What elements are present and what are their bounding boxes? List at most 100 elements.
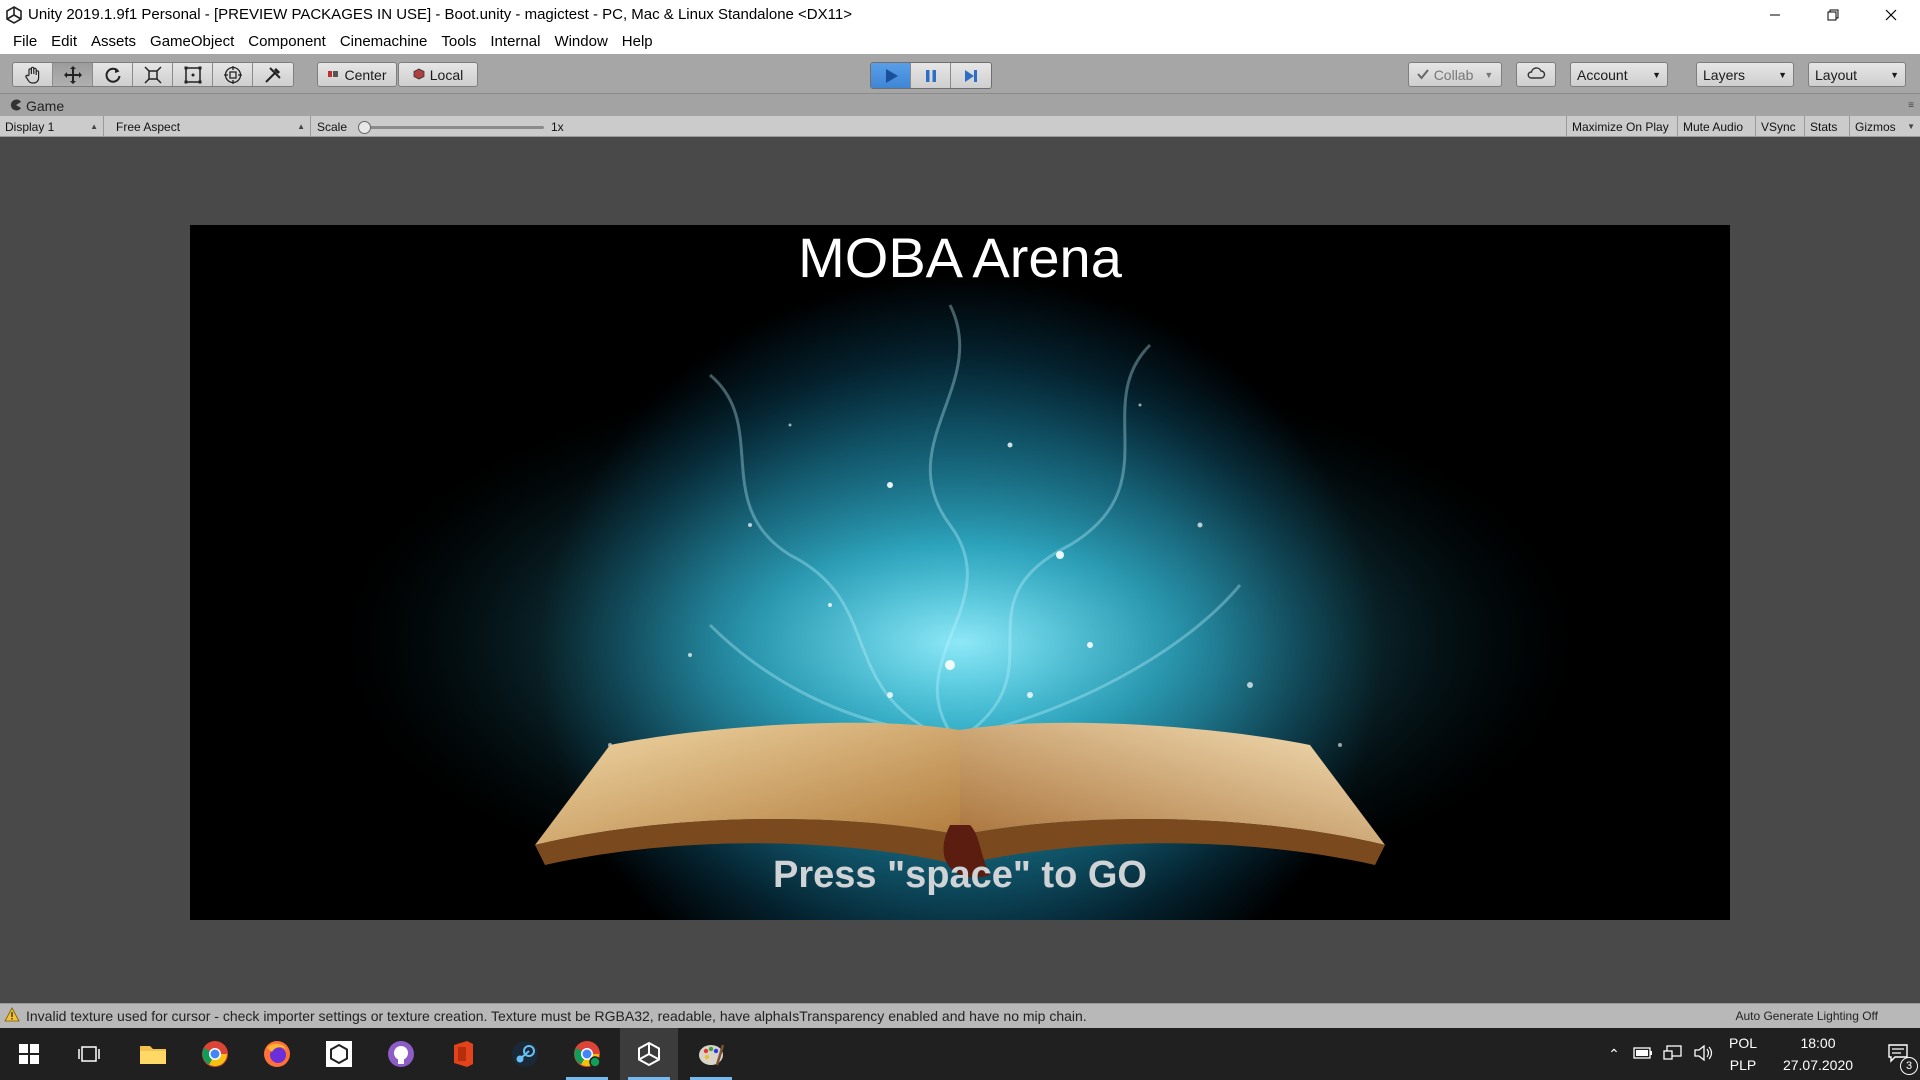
vsync-toggle[interactable]: VSync xyxy=(1756,116,1805,137)
pause-button[interactable] xyxy=(911,63,951,88)
account-dropdown[interactable]: Account ▼ xyxy=(1570,62,1668,87)
unity-logo-icon xyxy=(4,5,24,25)
menu-bar: File Edit Assets GameObject Component Ci… xyxy=(0,29,1920,54)
layers-dropdown[interactable]: Layers ▼ xyxy=(1696,62,1794,87)
unity-editor-button[interactable] xyxy=(620,1028,678,1080)
menu-cinemachine[interactable]: Cinemachine xyxy=(333,33,435,50)
minimize-button[interactable] xyxy=(1746,0,1804,29)
cloud-button[interactable] xyxy=(1516,62,1556,87)
updown-arrows-icon: ▲ xyxy=(90,122,98,131)
github-desktop-button[interactable] xyxy=(372,1028,430,1080)
aspect-label: Free Aspect xyxy=(116,119,181,134)
paint-button[interactable] xyxy=(682,1028,740,1080)
clock[interactable]: 18:00 27.07.2020 xyxy=(1768,1032,1868,1076)
chevron-up-icon[interactable]: ⌃ xyxy=(1600,1046,1628,1063)
pivot-center-button[interactable]: Center xyxy=(317,62,397,87)
space-local-button[interactable]: Local xyxy=(398,62,478,87)
menu-file[interactable]: File xyxy=(6,33,44,50)
mute-audio-toggle[interactable]: Mute Audio xyxy=(1678,116,1756,137)
menu-component[interactable]: Component xyxy=(241,33,333,50)
console-message[interactable]: Invalid texture used for cursor - check … xyxy=(4,1007,1087,1025)
chrome-icon xyxy=(202,1041,228,1067)
auto-lighting-status: Auto Generate Lighting Off xyxy=(1735,1009,1878,1023)
menu-edit[interactable]: Edit xyxy=(44,33,84,50)
menu-help[interactable]: Help xyxy=(615,33,660,50)
display-dropdown[interactable]: Display 1 ▲ xyxy=(0,116,104,137)
unity-hub-button[interactable] xyxy=(310,1028,368,1080)
office-icon xyxy=(454,1041,473,1067)
task-view-icon xyxy=(78,1046,100,1062)
rect-tool-icon[interactable] xyxy=(173,63,213,86)
move-tool-icon[interactable] xyxy=(53,63,93,86)
menu-internal[interactable]: Internal xyxy=(483,33,547,50)
network-icon[interactable] xyxy=(1658,1044,1688,1064)
pivot-icon xyxy=(327,67,339,83)
account-label: Account xyxy=(1577,66,1628,83)
start-prompt: Press "space" to GO xyxy=(773,854,1147,896)
system-tray: ⌃ POL PLP 18:00 27.07.2020 3 xyxy=(1600,1028,1920,1080)
unity-hub-icon xyxy=(326,1041,352,1067)
chevron-down-icon: ▼ xyxy=(1778,69,1787,80)
collab-dropdown[interactable]: Collab ▼ xyxy=(1408,62,1502,87)
rotate-tool-icon[interactable] xyxy=(93,63,133,86)
start-button[interactable] xyxy=(0,1028,58,1080)
play-button[interactable] xyxy=(871,63,911,88)
volume-icon[interactable] xyxy=(1688,1044,1718,1064)
maximize-on-play-toggle[interactable]: Maximize On Play xyxy=(1566,116,1678,137)
pacman-icon xyxy=(10,98,22,114)
input-language[interactable]: POL PLP xyxy=(1718,1032,1768,1076)
pivot-label: Center xyxy=(344,66,387,83)
transform-tool-icon[interactable] xyxy=(213,63,253,86)
scale-slider-thumb[interactable] xyxy=(358,121,371,134)
transform-tools xyxy=(12,62,294,87)
pause-icon xyxy=(925,69,936,82)
layout-dropdown[interactable]: Layout ▼ xyxy=(1808,62,1906,87)
file-explorer-button[interactable] xyxy=(124,1028,182,1080)
tab-game[interactable]: Game xyxy=(10,96,64,116)
firefox-button[interactable] xyxy=(248,1028,306,1080)
custom-tool-icon[interactable] xyxy=(253,63,293,86)
github-icon xyxy=(388,1041,414,1067)
language-code: POL xyxy=(1728,1035,1757,1051)
office-button[interactable] xyxy=(434,1028,492,1080)
aspect-dropdown[interactable]: Free Aspect ▲ xyxy=(111,116,311,137)
scale-label: Scale xyxy=(317,119,348,134)
chrome-profile-button[interactable] xyxy=(558,1028,616,1080)
game-viewport[interactable]: MOBA Arena Press "space" to GO xyxy=(0,137,1920,1003)
battery-icon[interactable] xyxy=(1628,1046,1658,1062)
menu-window[interactable]: Window xyxy=(547,33,614,50)
scale-value: 1x xyxy=(551,119,564,134)
windows-logo-icon xyxy=(19,1044,39,1064)
chevron-down-icon: ▼ xyxy=(1484,69,1494,80)
window-title: Unity 2019.1.9f1 Personal - [PREVIEW PAC… xyxy=(28,6,852,23)
scale-slider[interactable] xyxy=(358,121,544,134)
collab-check-icon xyxy=(1416,67,1429,83)
notification-center-button[interactable]: 3 xyxy=(1868,1043,1920,1075)
close-button[interactable] xyxy=(1862,0,1920,29)
gizmos-dropdown[interactable]: Gizmos ▼ xyxy=(1850,116,1920,137)
restore-button[interactable] xyxy=(1804,0,1862,29)
scale-tool-icon[interactable] xyxy=(133,63,173,86)
menu-tools[interactable]: Tools xyxy=(434,33,483,50)
steam-button[interactable] xyxy=(496,1028,554,1080)
windows-taskbar: ⌃ POL PLP 18:00 27.07.2020 3 xyxy=(0,1028,1920,1080)
menu-gameobject[interactable]: GameObject xyxy=(143,33,241,50)
game-title: MOBA Arena xyxy=(798,226,1122,289)
step-button[interactable] xyxy=(951,63,991,88)
status-bar: Invalid texture used for cursor - check … xyxy=(0,1003,1920,1028)
notification-count-badge: 3 xyxy=(1900,1056,1918,1075)
title-bar: Unity 2019.1.9f1 Personal - [PREVIEW PAC… xyxy=(0,0,1920,29)
game-screen[interactable]: MOBA Arena Press "space" to GO xyxy=(190,225,1730,920)
stats-toggle[interactable]: Stats xyxy=(1805,116,1850,137)
folder-icon xyxy=(140,1046,166,1064)
tab-menu-icon[interactable]: ≡ xyxy=(1908,100,1914,111)
play-controls xyxy=(870,62,992,89)
task-view-button[interactable] xyxy=(60,1028,118,1080)
warning-icon xyxy=(4,1007,20,1025)
chrome-button[interactable] xyxy=(186,1028,244,1080)
menu-assets[interactable]: Assets xyxy=(84,33,143,50)
space-label: Local xyxy=(429,66,464,83)
hand-tool-icon[interactable] xyxy=(13,63,53,86)
gizmos-label: Gizmos xyxy=(1855,119,1896,134)
clock-date: 27.07.2020 xyxy=(1782,1057,1854,1073)
